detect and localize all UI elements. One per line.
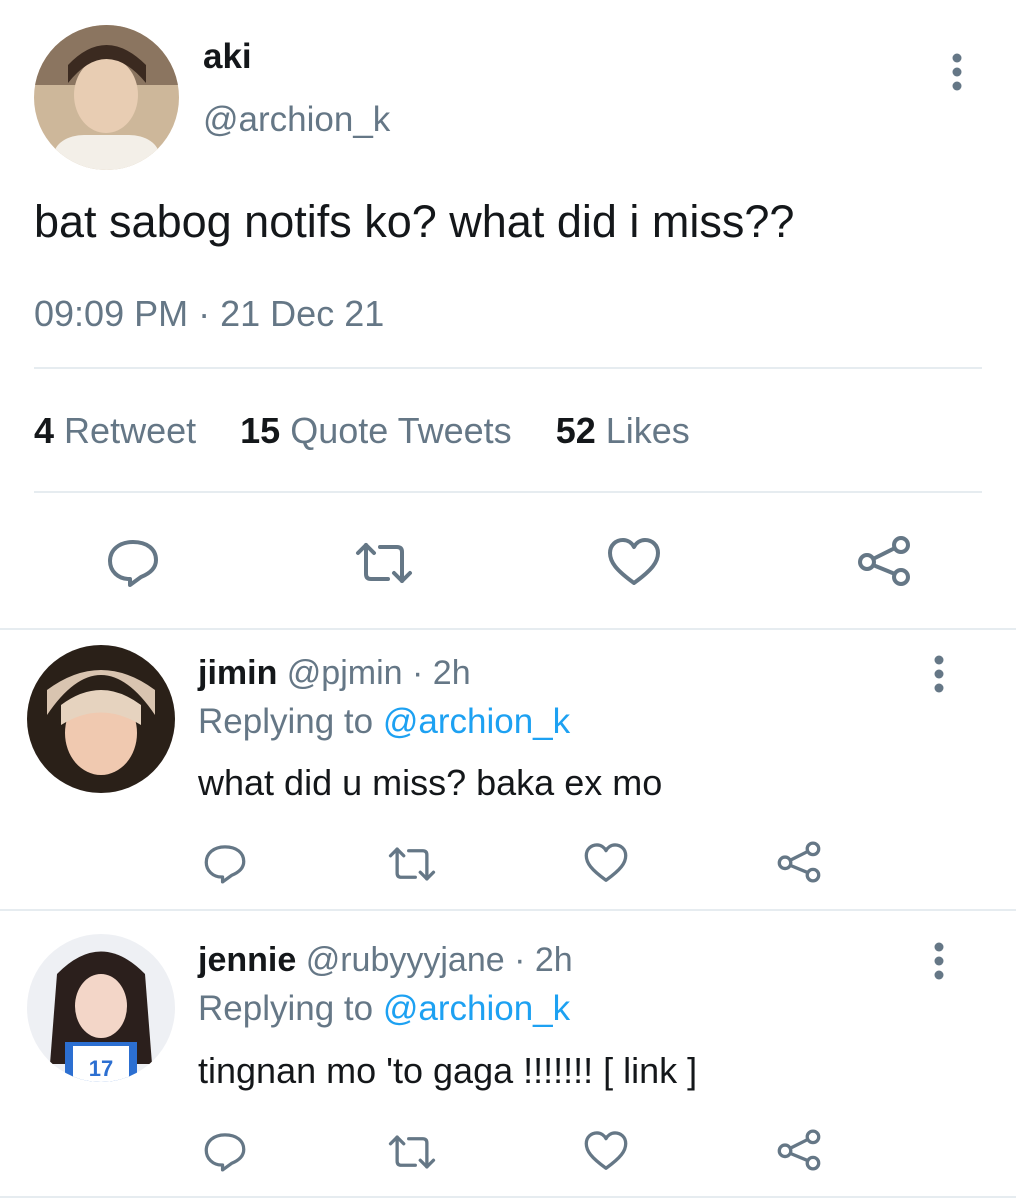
like-icon[interactable] [583,1130,629,1172]
replying-to-mention[interactable]: @archion_k [383,702,570,741]
retweets-stat[interactable]: 4 Retweet [34,410,196,451]
retweets-count: 4 [34,410,55,451]
divider [0,1196,1016,1198]
author-name[interactable]: aki [203,37,252,77]
tweet-date: 21 Dec 21 [220,293,385,334]
divider [0,909,1016,911]
quotes-count: 15 [240,410,281,451]
replying-to-mention[interactable]: @archion_k [383,989,570,1028]
quotes-stat[interactable]: 15 Quote Tweets [240,410,512,451]
likes-stat[interactable]: 52 Likes [556,410,690,451]
reply-author-handle[interactable]: @pjmin [287,654,403,692]
retweet-icon[interactable] [354,540,414,586]
divider [34,367,982,369]
reply-icon[interactable] [106,538,160,588]
share-icon[interactable] [776,1128,822,1172]
reply-author-name[interactable]: jimin [198,654,277,692]
reply-header: jimin @pjmin · 2h [198,654,471,693]
reply-header: jennie @rubyyyjane · 2h [198,941,573,980]
like-icon[interactable] [606,537,662,587]
tweet-time: 09:09 PM [34,293,189,334]
reply-separator: · [514,941,526,979]
divider [0,628,1016,630]
retweets-label: Retweet [64,410,197,451]
replying-to: Replying to @archion_k [198,989,570,1029]
reply-author-handle[interactable]: @rubyyyjane [306,941,505,979]
avatar-jennie[interactable]: 17 [27,934,175,1082]
divider [34,491,982,493]
avatar-aki[interactable] [34,25,179,170]
reply-separator: · [412,654,424,692]
avatar-jimin[interactable] [27,645,175,793]
retweet-icon[interactable] [387,845,437,883]
timestamp-separator: · [198,293,211,334]
share-icon[interactable] [776,840,822,884]
tweet-stats: 4 Retweet 15 Quote Tweets 52 Likes [34,410,724,452]
replying-to-label: Replying to [198,989,374,1028]
more-vert-icon[interactable] [942,50,972,94]
tweet-timestamp: 09:09 PM · 21 Dec 21 [34,293,384,335]
likes-label: Likes [605,410,690,451]
like-icon[interactable] [583,842,629,884]
reply-time: 2h [534,941,573,979]
replying-to: Replying to @archion_k [198,702,570,742]
likes-count: 52 [555,410,596,451]
more-vert-icon[interactable] [924,652,954,696]
reply-author-name[interactable]: jennie [198,941,296,979]
svg-text:17: 17 [89,1056,113,1081]
reply-icon[interactable] [203,1131,247,1173]
tweet-text: bat sabog notifs ko? what did i miss?? [34,196,795,247]
reply-time: 2h [432,654,471,692]
reply-text: what did u miss? baka ex mo [198,762,663,803]
replying-to-label: Replying to [198,702,374,741]
reply-text: tingnan mo 'to gaga !!!!!!! [ link ] [198,1050,698,1091]
quotes-label: Quote Tweets [290,410,512,451]
author-handle[interactable]: @archion_k [203,100,390,140]
share-icon[interactable] [856,535,912,587]
reply-icon[interactable] [203,843,247,885]
retweet-icon[interactable] [387,1133,437,1171]
more-vert-icon[interactable] [924,939,954,983]
